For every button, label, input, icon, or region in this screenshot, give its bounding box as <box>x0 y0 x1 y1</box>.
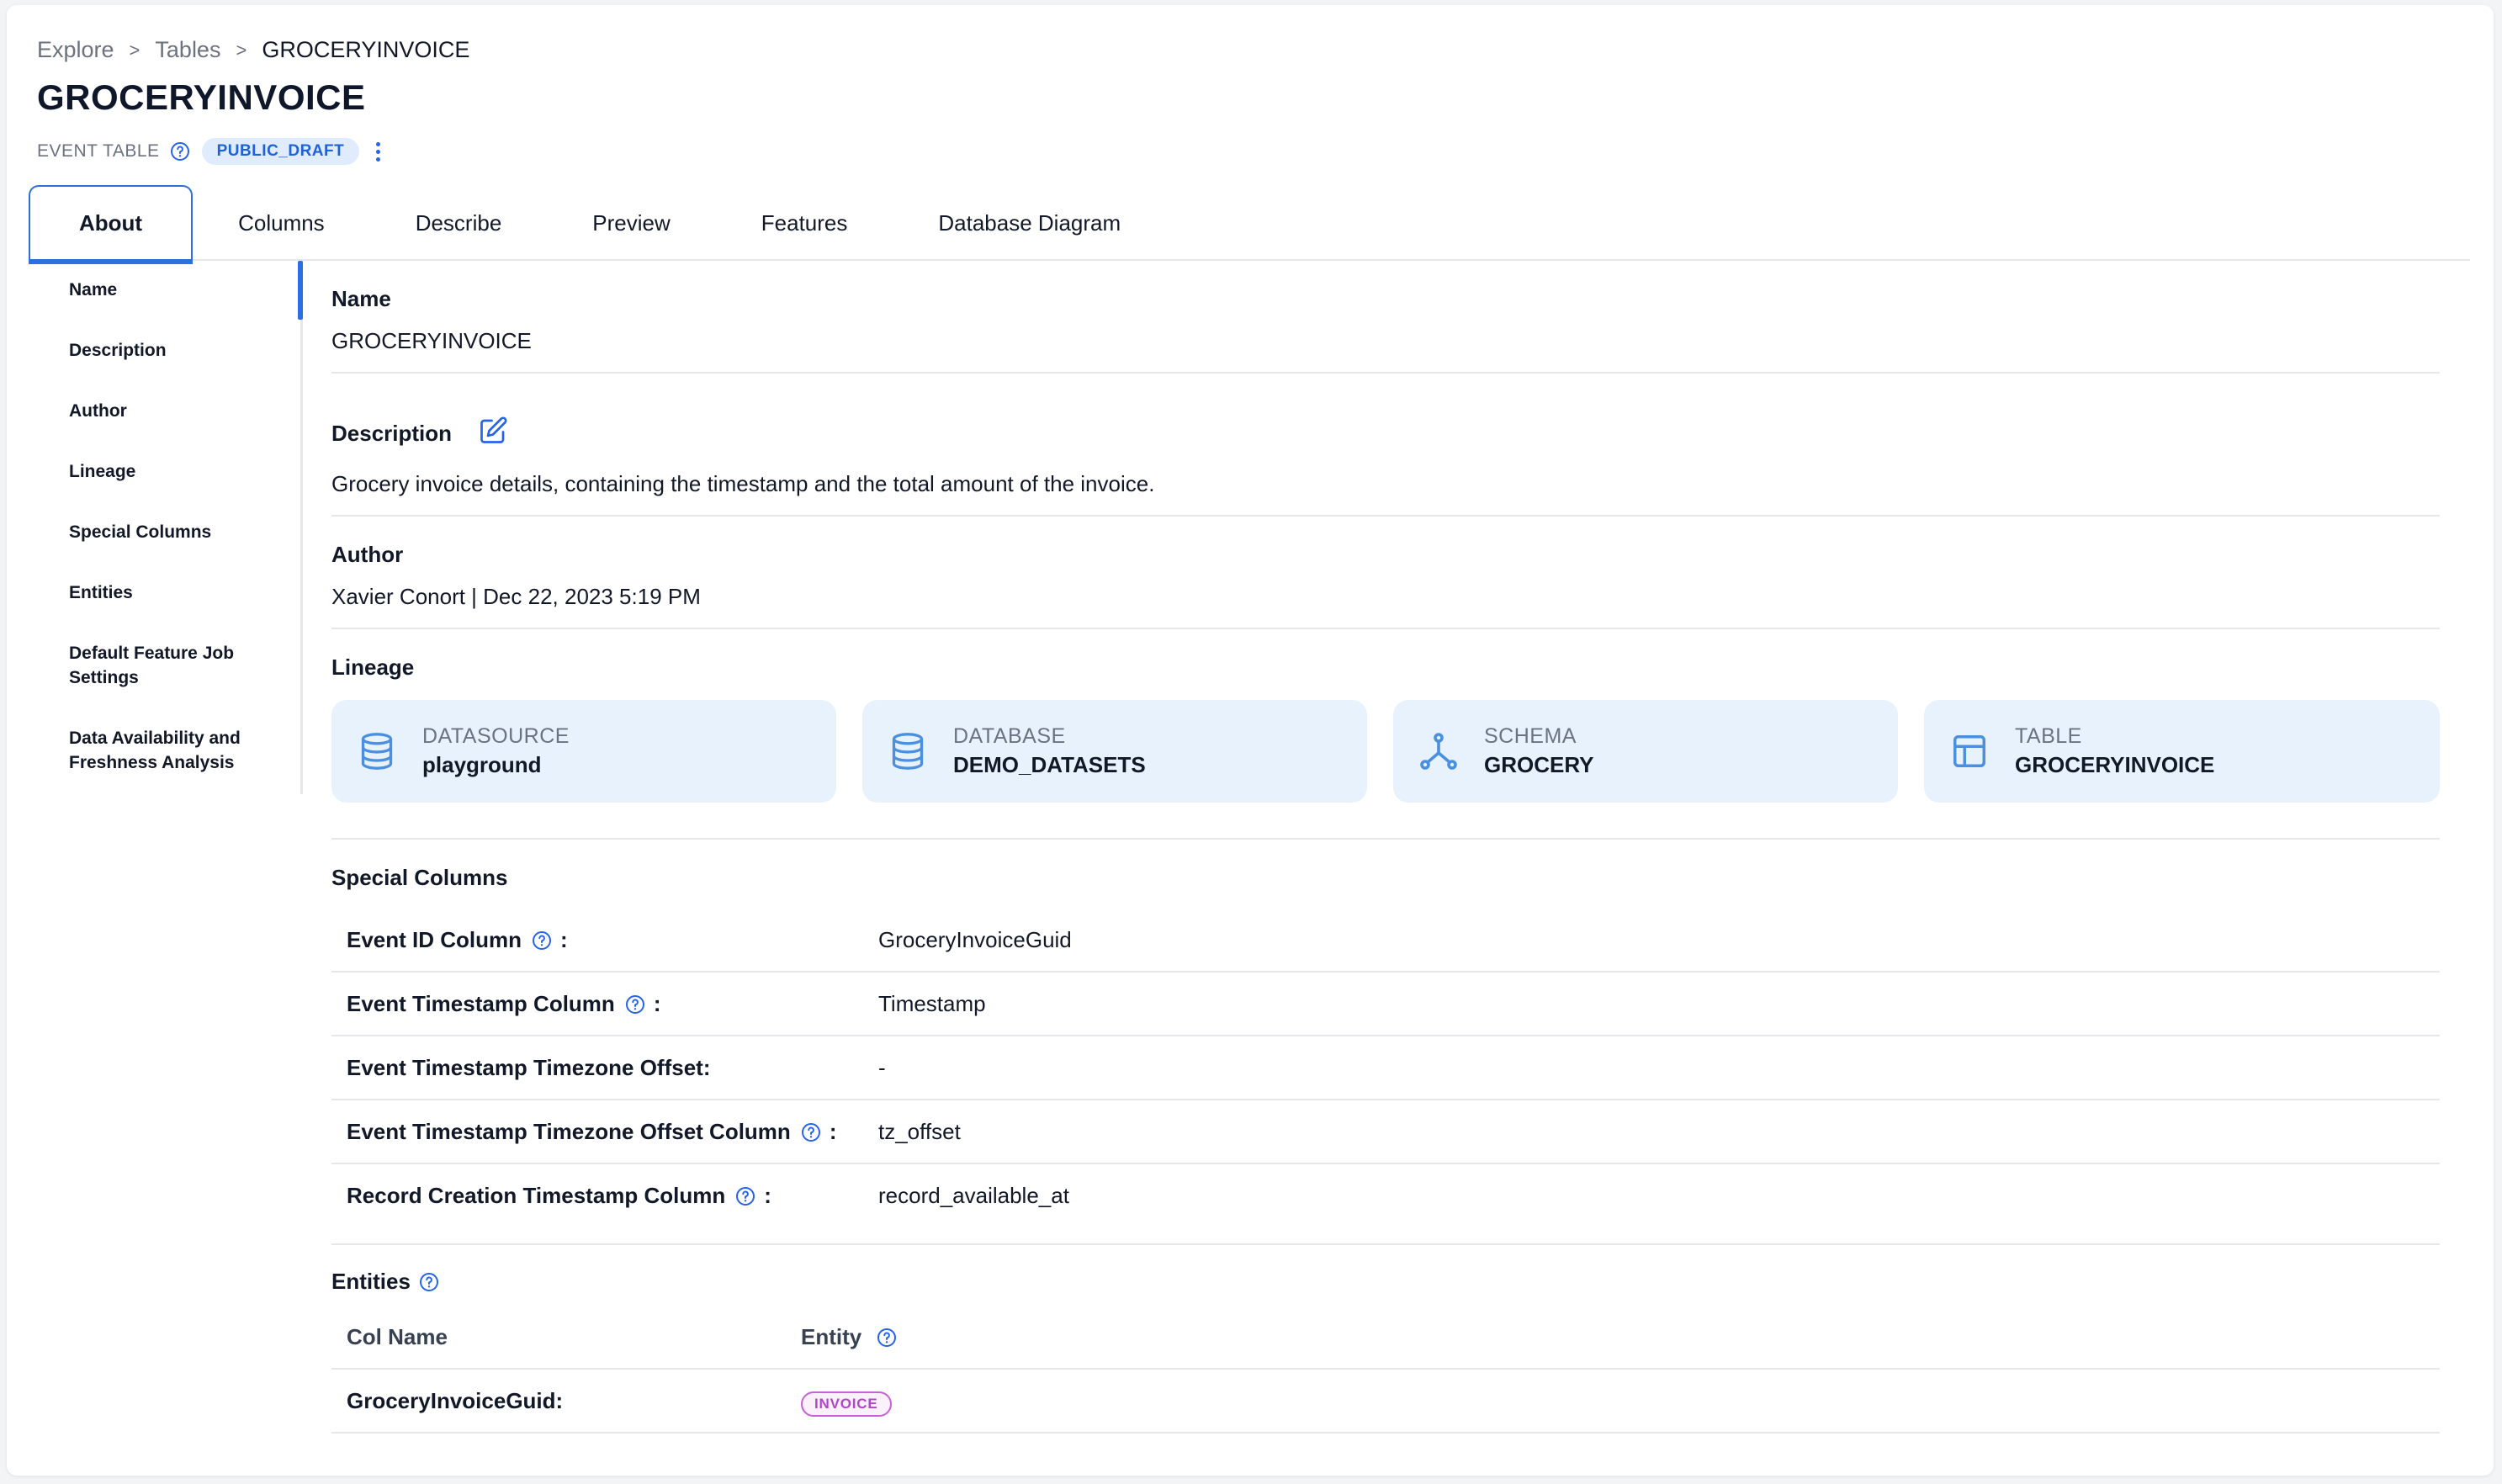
key-colon: : <box>560 927 568 952</box>
section-nav-data-availability[interactable]: Data Availability and Freshness Analysis <box>69 726 288 775</box>
tab-columns[interactable]: Columns <box>193 185 370 261</box>
divider <box>331 515 2440 517</box>
divider <box>331 1243 2440 1245</box>
divider <box>331 628 2440 629</box>
database-icon <box>357 731 397 771</box>
key-colon: : <box>764 1183 771 1208</box>
entity-badge[interactable]: INVOICE <box>801 1391 892 1417</box>
section-nav-description[interactable]: Description <box>69 338 288 363</box>
special-column-key: Event Timestamp Timezone Offset: <box>347 1055 711 1080</box>
table-icon <box>1949 731 1990 771</box>
more-options-icon[interactable] <box>371 139 385 165</box>
page-card: Explore > Tables > GROCERYINVOICE GROCER… <box>7 5 2494 1476</box>
lineage-card-schema[interactable]: SCHEMA GROCERY <box>1393 700 1898 803</box>
breadcrumb-separator: > <box>236 39 247 61</box>
section-nav-entities[interactable]: Entities <box>69 580 288 605</box>
tab-describe[interactable]: Describe <box>370 185 548 261</box>
col-name-header: Col Name <box>347 1324 448 1349</box>
entities-label: Entities <box>331 1269 411 1294</box>
database-icon <box>888 731 928 771</box>
author-value: Xavier Conort | Dec 22, 2023 5:19 PM <box>331 584 701 609</box>
lineage-type: DATASOURCE <box>422 724 570 748</box>
divider <box>331 838 2440 840</box>
special-column-row: Event Timestamp Column : Timestamp <box>331 973 2440 1036</box>
special-column-key: Event ID Column <box>347 927 522 952</box>
section-nav-author[interactable]: Author <box>69 399 288 423</box>
help-icon[interactable] <box>625 994 645 1015</box>
lineage-value: DEMO_DATASETS <box>953 752 1146 777</box>
tab-preview[interactable]: Preview <box>547 185 715 261</box>
entities-header-row: Col Name Entity <box>331 1306 2440 1370</box>
section-nav-lineage[interactable]: Lineage <box>69 459 288 484</box>
tab-bar: About Columns Describe Preview Features … <box>29 185 2470 264</box>
table-type-label: EVENT TABLE <box>37 141 160 161</box>
lineage-card-database[interactable]: DATABASE DEMO_DATASETS <box>862 700 1367 803</box>
lineage-value: playground <box>422 752 542 777</box>
schema-icon <box>1418 731 1459 771</box>
lineage-type: DATABASE <box>953 724 1066 748</box>
key-colon: : <box>829 1119 837 1144</box>
lineage-label: Lineage <box>331 655 415 680</box>
page-title: GROCERYINVOICE <box>37 77 366 117</box>
help-icon[interactable] <box>419 1272 439 1292</box>
breadcrumb-separator: > <box>129 39 140 61</box>
special-column-key: Record Creation Timestamp Column <box>347 1183 726 1208</box>
name-label: Name <box>331 286 391 311</box>
special-column-value: - <box>878 1055 886 1080</box>
lineage-type: SCHEMA <box>1484 724 1577 748</box>
tab-about[interactable]: About <box>29 185 193 264</box>
table-meta-row: EVENT TABLE PUBLIC_DRAFT <box>37 138 385 165</box>
section-nav-indicator <box>298 261 303 320</box>
tab-features[interactable]: Features <box>716 185 893 261</box>
status-badge: PUBLIC_DRAFT <box>201 138 360 165</box>
special-column-row: Event Timestamp Timezone Offset Column :… <box>331 1100 2440 1164</box>
entity-row: GroceryInvoiceGuid: INVOICE <box>331 1370 2440 1434</box>
key-colon: : <box>653 991 661 1016</box>
special-column-row: Event Timestamp Timezone Offset: - <box>331 1036 2440 1100</box>
section-nav: Name Description Author Lineage Special … <box>29 261 303 794</box>
help-icon[interactable] <box>735 1186 755 1206</box>
breadcrumb-current: GROCERYINVOICE <box>262 37 470 62</box>
author-label: Author <box>331 542 404 567</box>
entity-col-name: GroceryInvoiceGuid: <box>347 1388 564 1413</box>
lineage-type: TABLE <box>2015 724 2082 748</box>
section-nav-default-feature-job-settings[interactable]: Default Feature Job Settings <box>69 641 288 690</box>
breadcrumb: Explore > Tables > GROCERYINVOICE <box>37 37 469 63</box>
special-column-key: Event Timestamp Column <box>347 991 615 1016</box>
section-nav-special-columns[interactable]: Special Columns <box>69 520 288 544</box>
divider <box>331 372 2440 374</box>
entities-heading: Entities <box>331 1269 439 1295</box>
description-label: Description <box>331 421 453 446</box>
special-column-value: record_available_at <box>878 1183 1069 1208</box>
lineage-value: GROCERY <box>1484 752 1594 777</box>
special-column-value: GroceryInvoiceGuid <box>878 927 1072 952</box>
special-columns-label: Special Columns <box>331 865 508 890</box>
lineage-card-table[interactable]: TABLE GROCERYINVOICE <box>1924 700 2440 803</box>
breadcrumb-tables[interactable]: Tables <box>155 37 220 63</box>
special-column-row: Event ID Column : GroceryInvoiceGuid <box>331 909 2440 973</box>
help-icon[interactable] <box>532 930 552 951</box>
entity-header: Entity <box>801 1324 862 1349</box>
special-column-value: tz_offset <box>878 1119 961 1144</box>
help-icon[interactable] <box>877 1328 897 1348</box>
lineage-value: GROCERYINVOICE <box>2015 752 2215 777</box>
edit-icon[interactable] <box>478 416 508 450</box>
special-column-key: Event Timestamp Timezone Offset Column <box>347 1119 791 1144</box>
description-value: Grocery invoice details, containing the … <box>331 471 1155 496</box>
help-icon[interactable] <box>801 1122 821 1142</box>
tab-database-diagram[interactable]: Database Diagram <box>893 185 1166 261</box>
special-column-value: Timestamp <box>878 991 986 1016</box>
lineage-card-datasource[interactable]: DATASOURCE playground <box>331 700 836 803</box>
section-nav-name[interactable]: Name <box>69 278 288 302</box>
name-value: GROCERYINVOICE <box>331 328 532 353</box>
special-column-row: Record Creation Timestamp Column : recor… <box>331 1164 2440 1228</box>
breadcrumb-explore[interactable]: Explore <box>37 37 114 63</box>
help-icon[interactable] <box>170 141 190 162</box>
